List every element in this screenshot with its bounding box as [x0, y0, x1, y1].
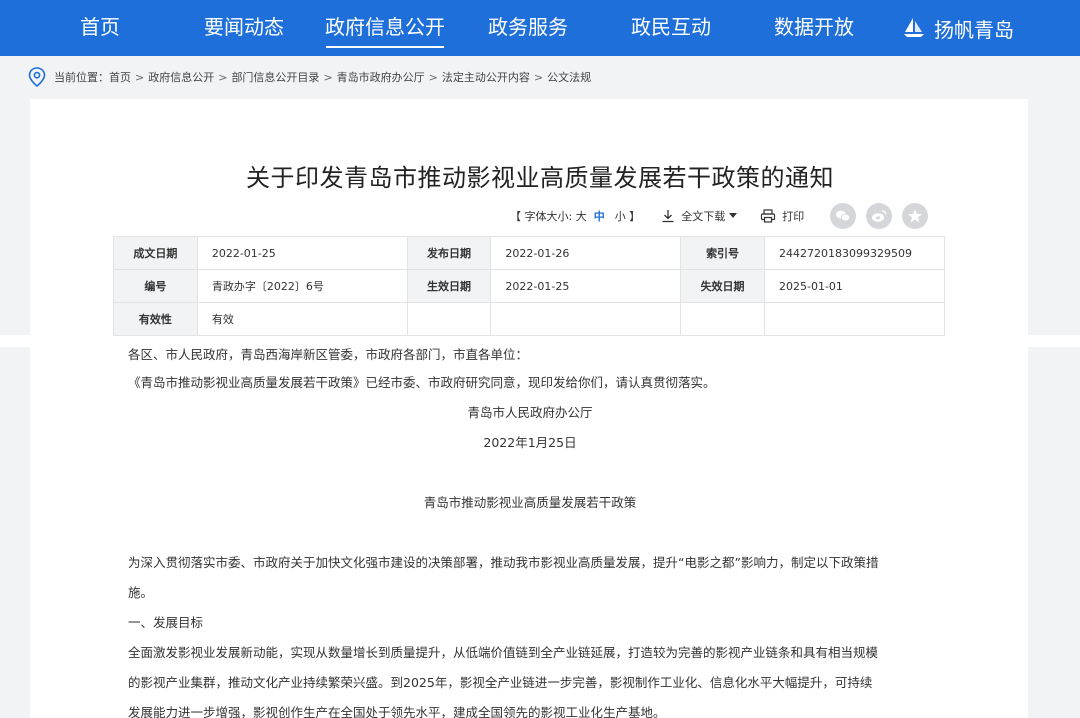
page-title: 关于印发青岛市推动影视业高质量发展若干政策的通知: [246, 164, 834, 192]
meta-label-doc-number: 编号: [113, 269, 198, 303]
download-label: 全文下载: [681, 210, 726, 223]
wechat-icon: [836, 210, 851, 222]
meta-label-index-number: 索引号: [680, 236, 765, 270]
meta-value-publish-date: 2022-01-26: [490, 236, 682, 270]
document-metadata-table: 成文日期 2022-01-25 发布日期 2022-01-26 索引号 2442…: [113, 236, 945, 336]
favorite-button[interactable]: [902, 203, 928, 229]
breadcrumb-separator: >: [135, 70, 145, 84]
goal-paragraph-line: 全面激发影视业发展新动能，实现从数量增长到质量提升，从低端价值链到全产业链延展，…: [128, 645, 879, 660]
breadcrumb-item-gov-info[interactable]: 政府信息公开: [148, 69, 214, 85]
download-button[interactable]: 全文下载: [661, 208, 744, 224]
meta-value-expiry-date: 2025-01-01: [764, 269, 945, 303]
breadcrumb-separator: >: [533, 70, 544, 84]
meta-value-index-number: 2442720183099329509: [764, 236, 945, 270]
table-empty-cell: [680, 302, 765, 336]
table-row: 编号 青政办字〔2022〕6号 生效日期 2022-01-25 失效日期 202…: [113, 269, 945, 303]
table-empty-cell: [406, 302, 492, 336]
addressee-line: 各区、市人民政府，青岛西海岸新区管委，市政府各部门，市直各单位：: [128, 347, 529, 362]
document-toolbar: 【 字体大小: 大 中 小 】 全文下载 打印: [510, 205, 804, 227]
meta-value-draft-date: 2022-01-25: [196, 236, 408, 270]
breadcrumb-prefix: 当前位置：: [54, 71, 109, 84]
location-pin-icon: [28, 67, 46, 87]
section-heading: 一、发展目标: [128, 615, 204, 630]
table-empty-cell: [764, 302, 945, 336]
nav-item-services[interactable]: 政务服务: [484, 0, 572, 56]
top-nav-bar: 首页 要闻动态 政府信息公开 政务服务 政民互动 数据开放 扬帆青岛: [0, 0, 1080, 56]
print-button[interactable]: 打印: [760, 208, 804, 224]
print-label: 打印: [782, 210, 805, 223]
intro-paragraph-line: 为深入贯彻落实市委、市政府关于加快文化强市建设的决策部署，推动我市影视业高质量发…: [128, 555, 879, 570]
breadcrumb-item-home[interactable]: 首页: [109, 69, 131, 85]
star-icon: [908, 209, 922, 223]
caret-down-icon: [729, 213, 738, 218]
breadcrumb-separator: >: [428, 70, 438, 84]
nav-item-gov-info[interactable]: 政府信息公开: [322, 0, 448, 56]
issuer-line: 青岛市人民政府办公厅: [467, 405, 593, 420]
meta-label-expiry-date: 失效日期: [680, 269, 765, 303]
nav-item-news[interactable]: 要闻动态: [200, 0, 288, 56]
share-weibo-button[interactable]: [866, 203, 892, 229]
breadcrumb-item-office[interactable]: 青岛市政府办公厅: [337, 69, 425, 85]
breadcrumb-item-dept-catalog[interactable]: 部门信息公开目录: [231, 69, 319, 85]
nav-brand-label: 扬帆青岛: [934, 17, 1014, 42]
table-row: 成文日期 2022-01-25 发布日期 2022-01-26 索引号 2442…: [113, 236, 945, 270]
policy-title: 青岛市推动影视业高质量发展若干政策: [423, 495, 637, 510]
breadcrumb-item-documents[interactable]: 公文法规: [547, 69, 591, 85]
font-size-medium-option[interactable]: 中: [594, 208, 605, 224]
goal-paragraph-line: 的影视产业集群，推动文化产业持续繁荣兴盛。到2025年，影视全产业链进一步完善，…: [128, 675, 873, 690]
notice-paragraph: 《青岛市推动影视业高质量发展若干政策》已经市委、市政府研究同意，现印发给你们，请…: [128, 375, 716, 390]
meta-label-validity: 有效性: [113, 302, 198, 336]
meta-label-effective-date: 生效日期: [406, 269, 492, 303]
goal-paragraph-line: 发展能力进一步增强，影视创作生产在全国处于领先水平，建成全国领先的影视工业化生产…: [128, 705, 666, 718]
intro-paragraph-line: 施。: [128, 585, 154, 600]
nav-item-home[interactable]: 首页: [70, 0, 130, 56]
breadcrumb: 当前位置： 首页 > 政府信息公开 > 部门信息公开目录 > 青岛市政府办公厅 …: [28, 66, 591, 88]
meta-label-publish-date: 发布日期: [406, 236, 492, 270]
breadcrumb-separator: >: [218, 70, 228, 84]
issue-date-line: 2022年1月25日: [483, 435, 577, 450]
nav-brand-link[interactable]: 扬帆青岛: [902, 0, 1014, 56]
nav-item-open-data[interactable]: 数据开放: [770, 0, 858, 56]
nav-item-interaction[interactable]: 政民互动: [627, 0, 715, 56]
breadcrumb-separator: >: [323, 70, 333, 84]
weibo-icon: [872, 210, 887, 222]
sailboat-icon: [904, 18, 924, 37]
table-empty-cell: [490, 302, 682, 336]
meta-value-effective-date: 2022-01-25: [490, 269, 682, 303]
meta-label-draft-date: 成文日期: [113, 236, 198, 270]
meta-value-validity: 有效: [196, 302, 408, 336]
font-size-small-option[interactable]: 小 】: [615, 208, 641, 224]
breadcrumb-item-statutory[interactable]: 法定主动公开内容: [442, 69, 530, 85]
share-wechat-button[interactable]: [830, 203, 856, 229]
download-icon: [662, 210, 674, 223]
printer-icon: [761, 209, 776, 223]
table-row: 有效性 有效: [113, 302, 945, 336]
meta-value-doc-number: 青政办字〔2022〕6号: [196, 269, 408, 303]
font-size-large-option[interactable]: 【 字体大小: 大: [510, 208, 587, 224]
